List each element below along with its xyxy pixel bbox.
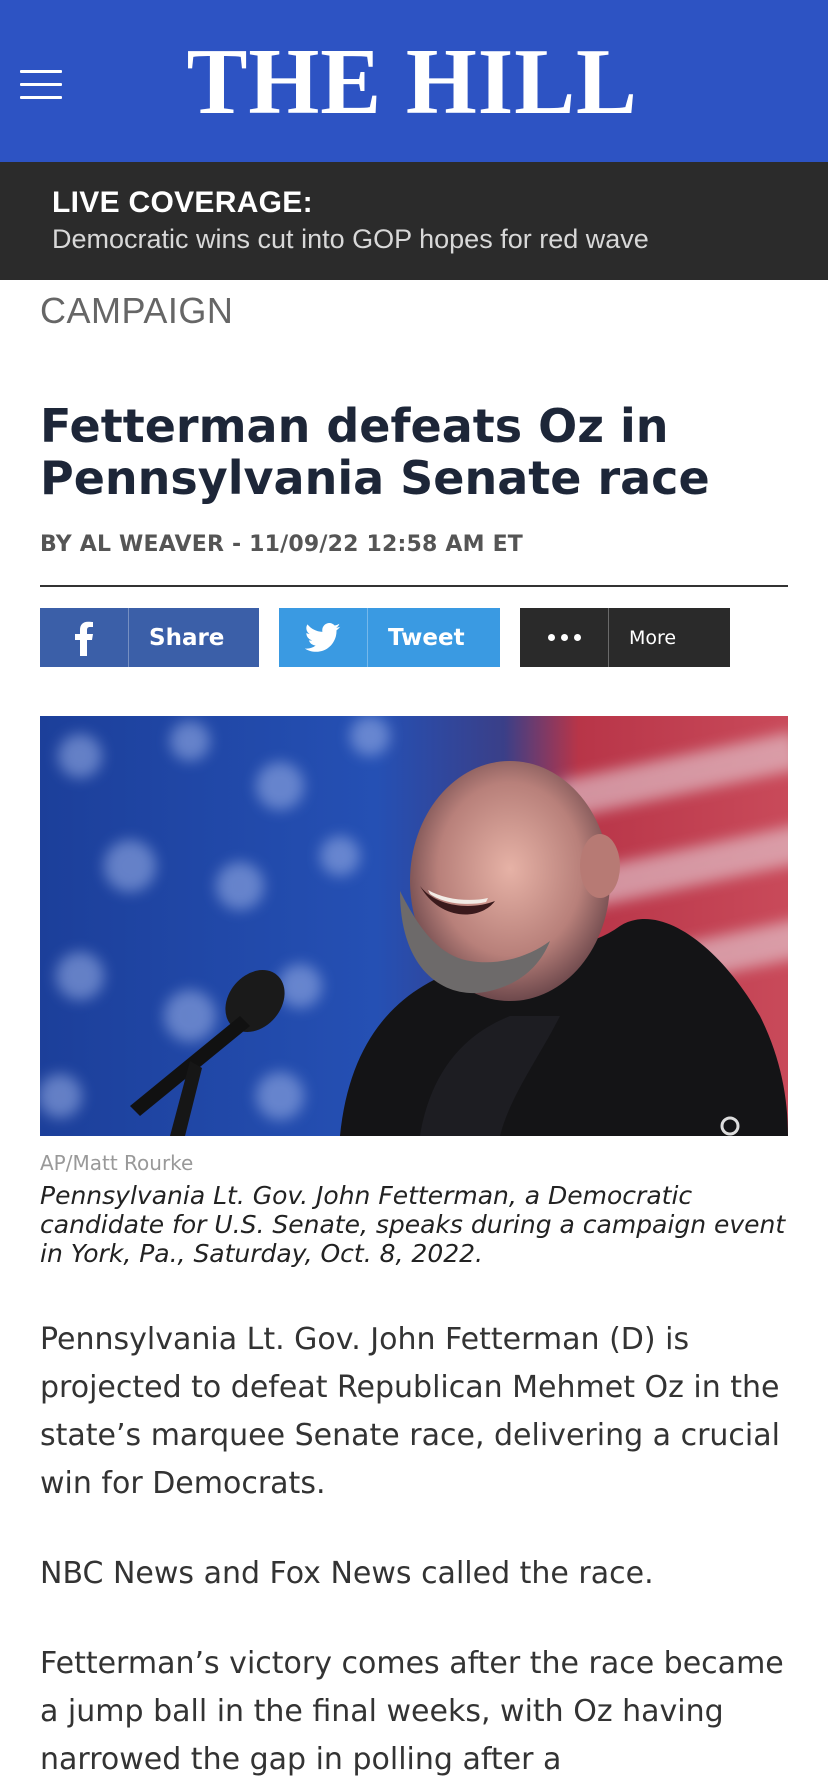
site-header: THE HILL bbox=[0, 0, 828, 162]
article-paragraph: NBC News and Fox News called the race. bbox=[40, 1556, 654, 1591]
hamburger-menu-icon[interactable] bbox=[20, 70, 62, 100]
article-paragraph: Pennsylvania Lt. Gov. John Fetterman (D)… bbox=[40, 1322, 780, 1501]
live-coverage-banner[interactable]: LIVE COVERAGE: Democratic wins cut into … bbox=[0, 162, 828, 280]
twitter-icon bbox=[279, 608, 368, 667]
photo-caption: Pennsylvania Lt. Gov. John Fetterman, a … bbox=[40, 1181, 786, 1268]
facebook-icon bbox=[40, 608, 129, 667]
more-share-label: More bbox=[629, 626, 677, 649]
facebook-share-label: Share bbox=[149, 624, 225, 651]
article-photo bbox=[40, 716, 788, 1136]
article-category[interactable]: CAMPAIGN bbox=[40, 290, 233, 332]
live-coverage-label: LIVE COVERAGE: bbox=[52, 186, 313, 219]
article-byline: BY AL WEAVER - 11/09/22 12:58 AM ET bbox=[40, 532, 524, 557]
twitter-share-button[interactable]: Tweet bbox=[279, 608, 500, 667]
live-coverage-headline[interactable]: Democratic wins cut into GOP hopes for r… bbox=[52, 222, 649, 256]
facebook-share-button[interactable]: Share bbox=[40, 608, 259, 667]
photo-credit: AP/Matt Rourke bbox=[40, 1151, 194, 1175]
more-share-button[interactable]: More bbox=[520, 608, 730, 667]
article-paragraph: Fetterman’s victory comes after the race… bbox=[40, 1646, 784, 1777]
article-title: Fetterman defeats Oz in Pennsylvania Sen… bbox=[40, 399, 710, 505]
twitter-share-label: Tweet bbox=[388, 624, 465, 651]
site-logo[interactable]: THE HILL bbox=[160, 35, 664, 129]
ellipsis-icon bbox=[520, 608, 609, 667]
byline-divider bbox=[40, 585, 788, 587]
